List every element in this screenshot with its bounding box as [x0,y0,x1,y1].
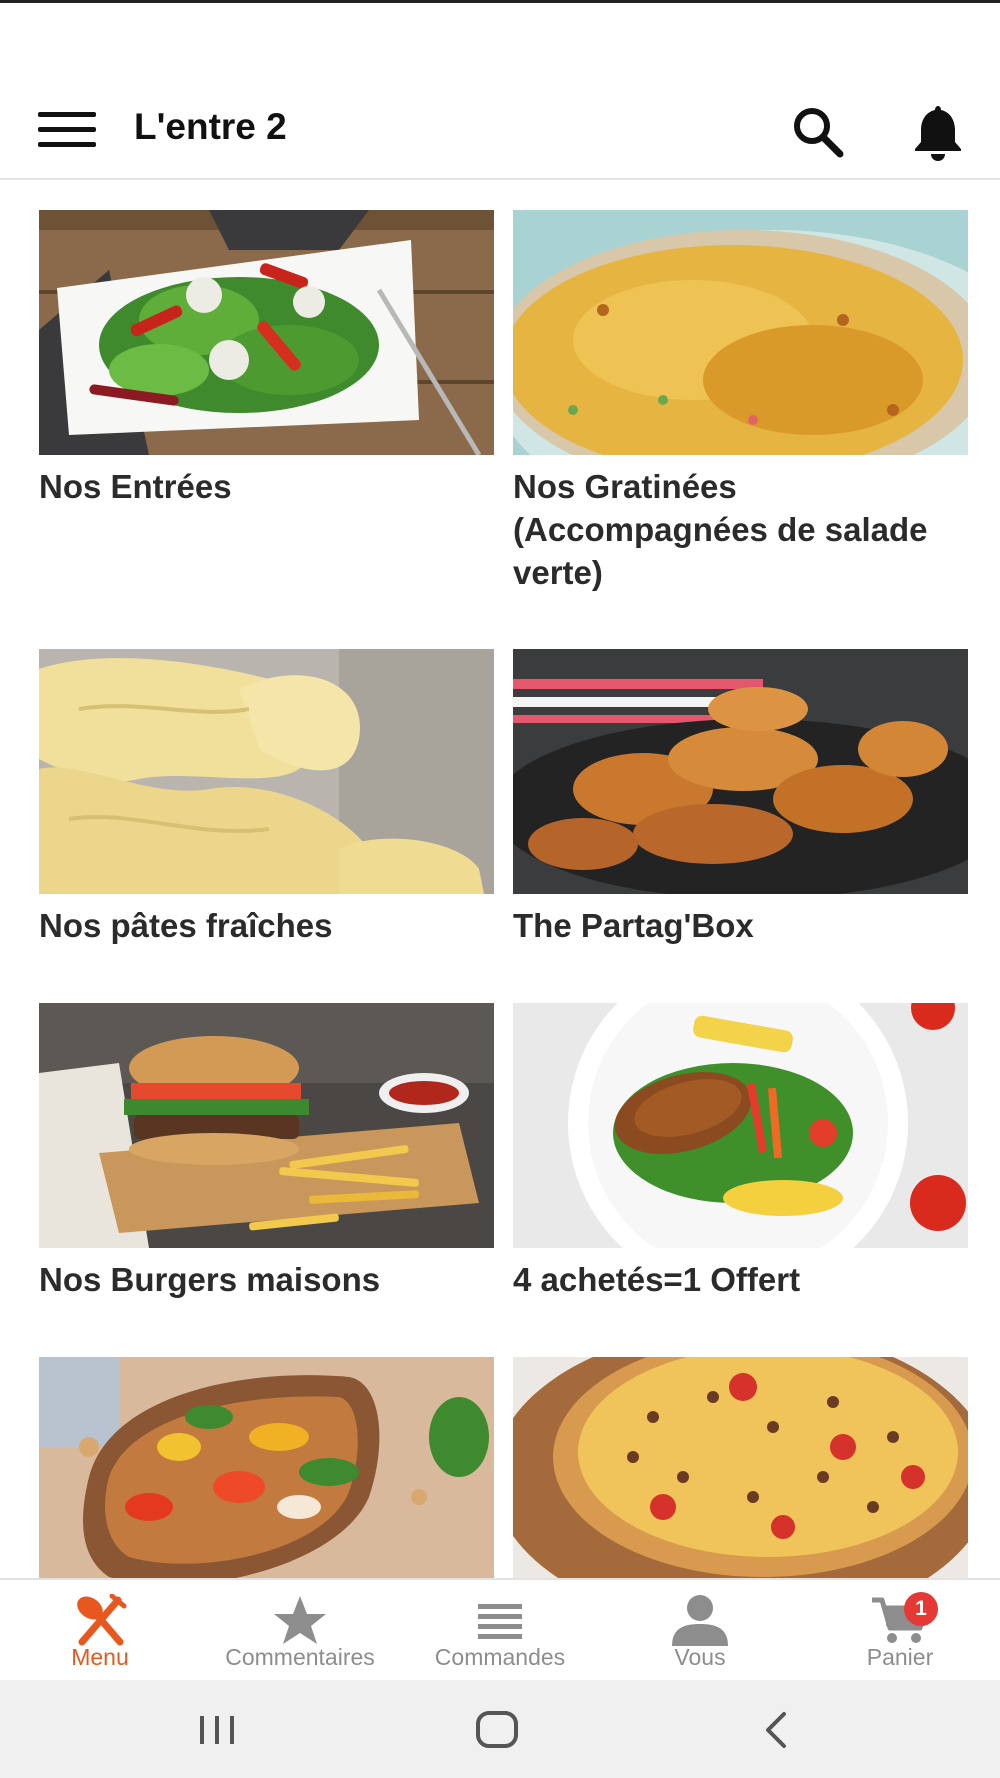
fried-chicken-image [513,649,968,894]
category-card-gratinees[interactable]: Nos Gratinées (Accompagnées de salade ve… [513,210,968,594]
category-label: Nos pâtes fraîches [39,907,333,944]
nav-label: Commandes [434,1644,566,1670]
nav-item-vous[interactable]: Vous [600,1580,800,1680]
category-card-pates[interactable]: Nos pâtes fraîches [39,649,494,947]
burger-image [39,1003,494,1248]
category-label: Nos Gratinées (Accompagnées de salade ve… [513,468,928,591]
nav-label: Panier [866,1644,934,1670]
recent-apps-icon[interactable] [188,1710,248,1750]
category-label: 4 achetés=1 Offert [513,1261,801,1298]
pasta-image [39,649,494,894]
person-icon [670,1594,730,1646]
page-title: L'entre 2 [134,106,287,147]
list-icon [470,1594,530,1646]
system-navigation-bar [0,1680,1000,1778]
category-label: Nos Entrées [39,468,232,505]
status-bar [0,0,1000,66]
nav-label: Commentaires [225,1644,375,1670]
nav-item-panier[interactable]: 1 Panier [800,1580,1000,1680]
hamburger-icon[interactable] [38,112,96,148]
app-bar: L'entre 2 [0,66,1000,180]
category-card-8[interactable] [513,1357,968,1578]
nav-item-commandes[interactable]: Commandes [400,1580,600,1680]
home-icon[interactable] [468,1710,528,1750]
category-label: The Partag'Box [513,907,754,944]
salad-image [39,210,494,455]
fork-spoon-icon [70,1593,130,1646]
category-card-7[interactable] [39,1357,494,1578]
category-card-burgers[interactable]: Nos Burgers maisons [39,1003,494,1301]
category-grid: Nos Entrées Nos Gratinées (Accompagnées … [0,180,1000,1578]
nav-item-commentaires[interactable]: Commentaires [200,1580,400,1680]
star-icon [270,1594,330,1646]
bruschetta-image [39,1357,494,1578]
bottom-navigation: Menu Commentaires Commandes Vous 1 Panie… [0,1578,1000,1680]
back-icon[interactable] [748,1710,808,1750]
cart-badge: 1 [904,1592,938,1626]
gratin-image [513,210,968,455]
grilled-plate-image [513,1003,968,1248]
pizza-image [513,1357,968,1578]
category-card-offre[interactable]: 4 achetés=1 Offert [513,1003,968,1301]
category-card-partagbox[interactable]: The Partag'Box [513,649,968,947]
search-icon[interactable] [790,104,846,160]
nav-label: Vous [674,1644,726,1670]
category-label: Nos Burgers maisons [39,1261,381,1298]
category-card-entrees[interactable]: Nos Entrées [39,210,494,508]
nav-item-menu[interactable]: Menu [0,1580,200,1680]
bell-icon[interactable] [910,102,966,162]
nav-label: Menu [71,1644,129,1670]
